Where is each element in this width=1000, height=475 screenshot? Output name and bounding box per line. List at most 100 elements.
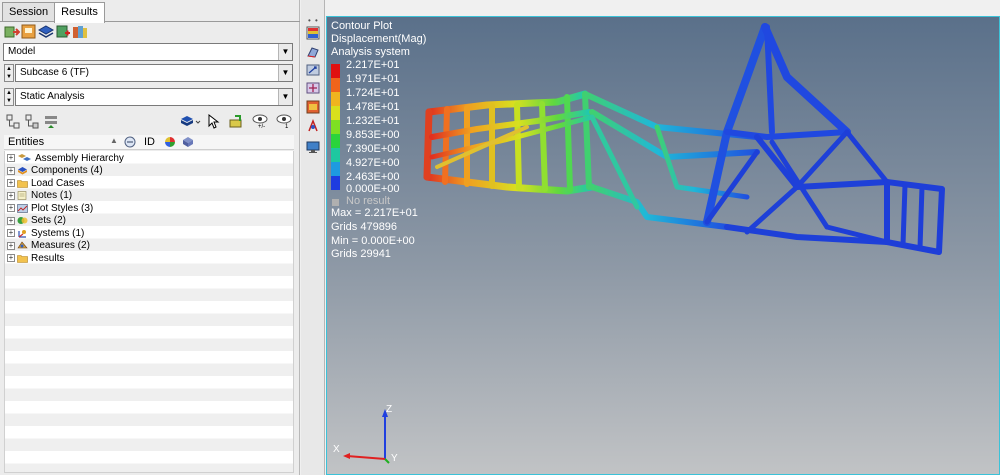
find-entity-icon[interactable] <box>228 114 244 129</box>
tree-item-load-cases[interactable]: + Load Cases <box>7 177 84 189</box>
tree-item-label: Notes (1) <box>31 190 73 201</box>
svg-text:1: 1 <box>285 124 289 129</box>
expand-tree-icon[interactable] <box>6 114 20 129</box>
tree-item-results[interactable]: + Results <box>7 252 64 264</box>
legend-value: 1.724E+01 <box>346 87 400 99</box>
add-component-icon[interactable] <box>55 24 71 40</box>
result-type-label: Displacement(Mag) <box>331 33 427 45</box>
legend-value: 2.217E+01 <box>346 59 400 71</box>
collapse-tree-icon[interactable] <box>25 114 39 129</box>
sort-up-icon[interactable]: ▲ <box>110 136 118 145</box>
tracing-icon[interactable] <box>306 119 320 133</box>
legend-value: 1.478E+01 <box>346 101 400 113</box>
min-value-label: Min = 0.000E+00 <box>331 235 415 247</box>
model-select[interactable]: Model ▼ <box>3 43 293 61</box>
layers-icon[interactable] <box>38 24 54 40</box>
folder-icon <box>17 254 28 263</box>
measures-icon <box>17 241 28 249</box>
chassis-frame-model[interactable] <box>327 17 1000 475</box>
z-axis-label: Z <box>386 404 393 415</box>
expand-icon[interactable]: + <box>7 204 15 212</box>
tree-item-label: Measures (2) <box>31 240 90 251</box>
display-mode-icon[interactable] <box>180 114 202 129</box>
expand-icon[interactable]: + <box>7 254 15 262</box>
contour-icon[interactable] <box>306 26 320 40</box>
tree-item-label: Load Cases <box>31 177 85 189</box>
tree-item-systems[interactable]: + Systems (1) <box>7 227 84 239</box>
contour-plot-title: Contour Plot <box>331 20 393 32</box>
analysis-select[interactable]: Static Analysis ▼ <box>15 88 293 106</box>
component-color-icon[interactable] <box>72 24 88 40</box>
visibility-column-icon[interactable] <box>182 136 194 148</box>
legend-value: 9.853E+00 <box>346 129 400 141</box>
model-select-value: Model <box>8 46 36 57</box>
no-result-swatch <box>332 199 339 206</box>
show-only-icon[interactable]: 1 <box>276 114 294 129</box>
show-all-icon[interactable]: +/- <box>252 114 270 129</box>
tree-item-label: Plot Styles (3) <box>31 202 94 214</box>
notes-icon <box>17 191 27 200</box>
legend-swatch <box>331 106 340 120</box>
graphics-viewport[interactable]: Contour Plot Displacement(Mag) Analysis … <box>326 16 1000 475</box>
legend-swatch <box>331 120 340 134</box>
legend-value: 1.971E+01 <box>346 73 400 85</box>
system-label: Analysis system <box>331 46 410 58</box>
expand-icon[interactable]: + <box>7 166 15 175</box>
subcase-spinner[interactable]: ▲ ▼ <box>4 64 14 82</box>
legend-swatch <box>331 92 340 106</box>
tree-item-components[interactable]: + Components (4) <box>7 165 103 177</box>
tree-item-plot-styles[interactable]: + Plot Styles (3) <box>7 202 93 214</box>
x-axis-label: X <box>333 444 340 455</box>
select-cursor-icon[interactable] <box>206 114 220 129</box>
legend-value: 0.000E+00 <box>346 183 400 195</box>
no-result-label: No result <box>346 195 391 207</box>
expand-icon[interactable]: + <box>7 191 15 200</box>
deformed-icon[interactable] <box>306 45 320 59</box>
legend-swatch <box>331 148 340 162</box>
plot-styles-icon <box>17 203 28 213</box>
svg-text:+/-: +/- <box>258 124 265 129</box>
expand-icon[interactable]: + <box>7 154 15 162</box>
chevron-down-icon[interactable]: ▼ <box>278 44 292 60</box>
legend-value: 2.463E+00 <box>346 171 400 183</box>
export-icon[interactable] <box>21 24 37 40</box>
expand-icon[interactable]: + <box>7 241 15 250</box>
tab-session[interactable]: Session <box>2 2 56 22</box>
y-axis-label: Y <box>391 453 398 464</box>
expand-icon[interactable]: + <box>7 216 15 225</box>
legend-swatch <box>331 134 340 148</box>
legend-value: 7.390E+00 <box>346 143 400 155</box>
assembly-icon <box>18 153 31 161</box>
vector-plot-icon[interactable] <box>306 63 320 77</box>
animation-monitor-icon[interactable] <box>306 140 320 154</box>
include-icon[interactable] <box>124 136 136 148</box>
expand-icon[interactable]: + <box>7 229 15 237</box>
subcase-select[interactable]: Subcase 6 (TF) ▼ <box>15 64 293 82</box>
legend-swatch <box>331 176 340 190</box>
vertical-toolbar: • • • <box>301 0 325 475</box>
panel-tabs: Session Results <box>2 2 105 23</box>
tree-item-measures[interactable]: + Measures (2) <box>7 240 90 252</box>
import-model-icon[interactable] <box>4 24 20 40</box>
chevron-down-icon[interactable]: ▼ <box>278 65 292 81</box>
iso-surface-icon[interactable] <box>306 100 320 114</box>
tree-item-label: Systems (1) <box>31 227 85 239</box>
legend-value: 1.232E+01 <box>346 115 400 127</box>
flat-view-icon[interactable] <box>44 114 58 129</box>
entities-header-label[interactable]: Entities <box>8 136 44 148</box>
tree-item-sets[interactable]: + Sets (2) <box>7 215 66 227</box>
tensor-plot-icon[interactable] <box>306 81 320 95</box>
results-browser-panel: Session Results Model ▼ ▲ ▼ Subcase 6 (TF… <box>0 0 300 475</box>
chevron-down-icon[interactable]: ▼ <box>278 89 292 105</box>
id-column-label[interactable]: ID <box>144 136 155 148</box>
components-icon <box>18 167 27 175</box>
tree-item-notes[interactable]: + Notes (1) <box>7 190 72 202</box>
entity-tree: + Assembly Hierarchy + Components (4) + … <box>4 151 294 473</box>
tree-item-assembly-hierarchy[interactable]: + Assembly Hierarchy <box>7 152 124 164</box>
expand-icon[interactable]: + <box>7 179 15 187</box>
browser-filter-toolbar: +/- 1 <box>4 113 298 131</box>
analysis-spinner[interactable]: ▲ ▼ <box>4 88 14 106</box>
tab-results[interactable]: Results <box>54 2 105 23</box>
color-column-icon[interactable] <box>164 136 176 148</box>
tab-divider <box>0 21 300 22</box>
